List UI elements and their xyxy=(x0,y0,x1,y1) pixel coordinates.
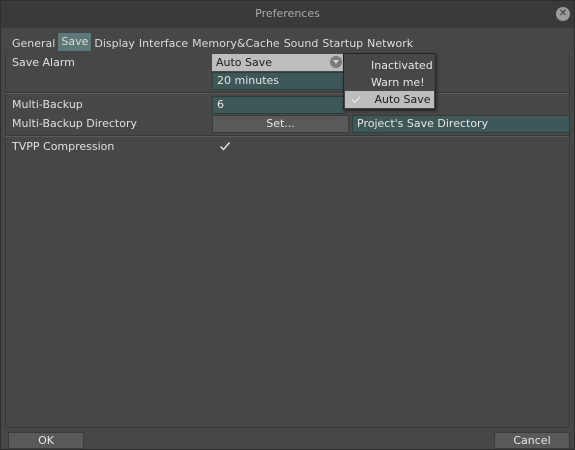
chevron-down-icon xyxy=(330,56,342,68)
tab-bar: General Save Display Interface Memory&Ca… xyxy=(10,32,416,52)
window-title: Preferences xyxy=(255,7,320,20)
save-alarm-interval-field[interactable]: 20 minutes xyxy=(212,72,345,90)
tab-network[interactable]: Network xyxy=(365,34,416,52)
close-icon[interactable]: ✕ xyxy=(556,7,570,21)
divider xyxy=(5,135,569,137)
tab-save[interactable]: Save xyxy=(57,32,93,52)
tab-display[interactable]: Display xyxy=(92,34,137,52)
dropdown-option-auto-save[interactable]: Auto Save xyxy=(345,91,434,108)
tab-startup[interactable]: Startup xyxy=(320,34,366,52)
tvpp-compression-checkbox[interactable] xyxy=(219,140,231,152)
save-alarm-label: Save Alarm xyxy=(12,56,75,69)
multi-backup-directory-label: Multi-Backup Directory xyxy=(12,117,137,130)
title-bar: Preferences ✕ xyxy=(1,1,574,28)
preferences-window: Preferences ✕ General Save Display Inter… xyxy=(0,0,575,450)
tab-sound[interactable]: Sound xyxy=(281,34,321,52)
tvpp-compression-label: TVPP Compression xyxy=(12,140,115,153)
dropdown-option-warn-me[interactable]: Warn me! xyxy=(345,74,434,91)
multi-backup-directory-field[interactable]: Project's Save Directory xyxy=(352,115,570,133)
multi-backup-field[interactable]: 6 xyxy=(212,96,345,114)
tab-memory-cache[interactable]: Memory&Cache xyxy=(190,34,282,52)
set-directory-button[interactable]: Set... xyxy=(212,115,349,133)
cancel-button[interactable]: Cancel xyxy=(494,432,570,449)
divider xyxy=(5,92,569,94)
checkmark-icon xyxy=(351,96,361,104)
dropdown-option-auto-save-label: Auto Save xyxy=(374,93,431,106)
tab-interface[interactable]: Interface xyxy=(136,34,191,52)
save-alarm-dropdown-menu: Inactivated Warn me! Auto Save xyxy=(343,53,436,110)
multi-backup-label: Multi-Backup xyxy=(12,98,83,111)
dropdown-option-inactivated[interactable]: Inactivated xyxy=(345,57,434,74)
save-alarm-select[interactable]: Auto Save xyxy=(212,54,345,71)
ok-button[interactable]: OK xyxy=(8,432,84,449)
tab-general[interactable]: General xyxy=(10,34,58,52)
save-alarm-select-value: Auto Save xyxy=(216,56,273,69)
